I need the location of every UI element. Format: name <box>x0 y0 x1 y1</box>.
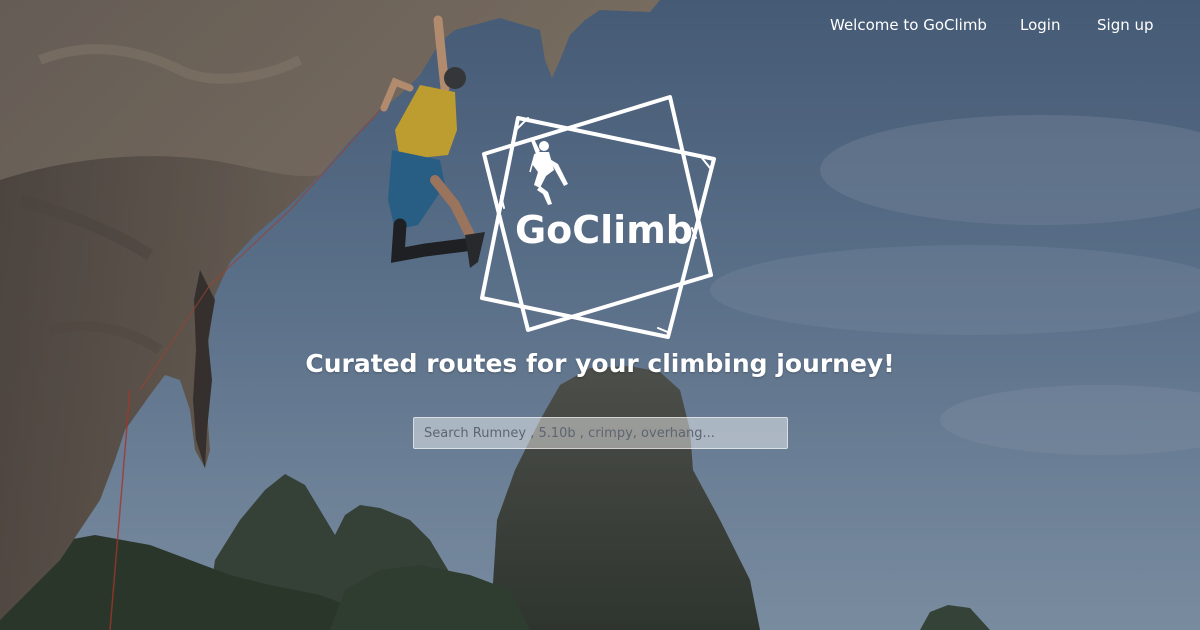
top-nav: Welcome to GoClimb Login Sign up <box>0 14 1200 36</box>
climber-icon <box>529 137 568 205</box>
search-input[interactable] <box>413 417 788 449</box>
signup-link[interactable]: Sign up <box>1097 14 1154 36</box>
welcome-link[interactable]: Welcome to GoClimb <box>830 14 987 36</box>
logo-wordmark: GoClimb <box>514 208 694 252</box>
hero-tagline: Curated routes for your climbing journey… <box>305 349 895 378</box>
login-link[interactable]: Login <box>1020 14 1060 36</box>
